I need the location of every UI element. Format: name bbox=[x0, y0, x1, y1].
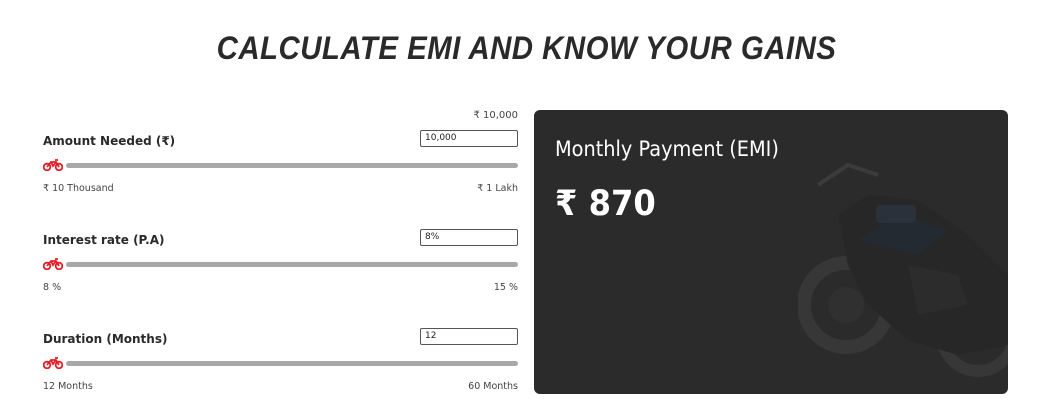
amount-max-label: ₹ 1 Lakh bbox=[477, 183, 518, 194]
motorcycle-icon[interactable] bbox=[43, 158, 63, 171]
interest-input[interactable]: 8% bbox=[420, 229, 518, 246]
motorcycle-image bbox=[798, 162, 1008, 377]
interest-block: Interest rate (P.A) 8% 8 % 15 % bbox=[43, 209, 518, 308]
duration-max-label: 60 Months bbox=[468, 381, 518, 392]
motorcycle-icon[interactable] bbox=[43, 356, 63, 369]
emi-value: ₹ 870 bbox=[555, 184, 656, 224]
duration-block: Duration (Months) 12 12 Months 60 Months bbox=[43, 308, 518, 407]
emi-result-card: Monthly Payment (EMI) ₹ 870 bbox=[534, 110, 1008, 394]
motorcycle-icon[interactable] bbox=[43, 257, 63, 270]
amount-block: ₹ 10,000 Amount Needed (₹) 10,000 ₹ 10 T… bbox=[43, 110, 518, 209]
amount-min-label: ₹ 10 Thousand bbox=[43, 183, 114, 194]
amount-current-display: ₹ 10,000 bbox=[473, 110, 518, 121]
page-title: CALCULATE EMI AND KNOW YOUR GAINS bbox=[216, 30, 837, 66]
amount-slider-track[interactable] bbox=[66, 163, 518, 168]
duration-slider-track[interactable] bbox=[66, 361, 518, 366]
interest-max-label: 15 % bbox=[493, 282, 518, 293]
duration-min-label: 12 Months bbox=[43, 381, 93, 392]
emi-heading: Monthly Payment (EMI) bbox=[555, 137, 779, 161]
interest-min-label: 8 % bbox=[43, 282, 62, 293]
emi-calculator: ₹ 10,000 Amount Needed (₹) 10,000 ₹ 10 T… bbox=[43, 110, 518, 407]
interest-label: Interest rate (P.A) bbox=[43, 233, 165, 247]
amount-input[interactable]: 10,000 bbox=[420, 130, 518, 147]
interest-slider-track[interactable] bbox=[66, 262, 518, 267]
amount-label: Amount Needed (₹) bbox=[43, 134, 176, 148]
duration-label: Duration (Months) bbox=[43, 332, 168, 346]
duration-input[interactable]: 12 bbox=[420, 328, 518, 345]
